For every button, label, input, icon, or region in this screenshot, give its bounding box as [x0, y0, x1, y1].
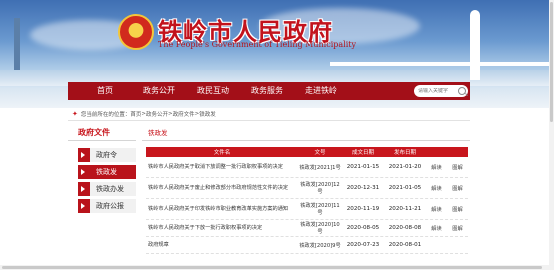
- document-number: 铁政发[2020]11号: [300, 203, 340, 216]
- document-number: 铁政发[2020]12号: [300, 182, 340, 195]
- table-row: 铁岭市人民政府关于废止和修改部分市政府规范性文件的决定 铁政发[2020]12号…: [146, 178, 468, 199]
- published-date: 2021-01-05: [388, 185, 422, 191]
- document-number: 铁政发[2020]9号: [299, 242, 341, 249]
- interpretation-link[interactable]: 解读: [431, 225, 441, 232]
- breadcrumb-prefix: 您当前所在的位置：: [80, 111, 131, 118]
- sidebar-item-tiezhengfa[interactable]: 铁政发: [78, 165, 136, 179]
- nav-item-interaction[interactable]: 政民互动: [186, 82, 240, 100]
- illustration-link[interactable]: 图解: [452, 164, 462, 171]
- breadcrumb-item-gov-affairs[interactable]: 政务公开: [146, 110, 168, 118]
- search-box: [414, 85, 468, 97]
- location-icon: ✦: [72, 109, 78, 118]
- nav-item-services[interactable]: 政务服务: [240, 82, 294, 100]
- sidebar-item-tiezhengbanfa[interactable]: 铁政办发: [78, 182, 136, 196]
- horizontal-scrollbar[interactable]: [0, 265, 549, 270]
- sidebar-title: 政府文件: [78, 128, 110, 137]
- published-date: 2020-08-08: [388, 225, 422, 231]
- scrollbar-thumb[interactable]: [2, 266, 542, 269]
- written-date: 2020-11-19: [346, 206, 380, 212]
- content-title: 铁政发: [148, 129, 168, 137]
- illustration-link[interactable]: 图解: [452, 225, 462, 232]
- row-actions: 解读 图解: [426, 225, 468, 232]
- search-icon[interactable]: [458, 87, 466, 95]
- search-input[interactable]: [418, 88, 456, 94]
- document-number: 铁政发[2020]10号: [300, 222, 340, 235]
- row-actions: 解读 图解: [426, 206, 468, 213]
- written-date: 2020-08-05: [346, 225, 380, 231]
- document-link[interactable]: 铁岭市人民政府关于取消下放调整一批行政职权事项的决定: [146, 162, 298, 173]
- published-date: 2021-01-20: [388, 164, 422, 170]
- column-header-written-date: 成文日期: [351, 150, 374, 156]
- breadcrumb: ✦ 您当前所在的位置： 首页 > 政务公开 > 政府文件 > 铁政发: [68, 107, 470, 121]
- document-link[interactable]: 铁岭市人民政府关于下放一批行政职权事项的决定: [146, 223, 298, 234]
- written-date: 2020-12-31: [346, 185, 380, 191]
- scrollbar-thumb[interactable]: [550, 2, 553, 122]
- breadcrumb-item-home[interactable]: 首页: [130, 110, 141, 118]
- table-row: 铁岭市人民政府关于印发铁岭市职业教育改革实施方案的通知 铁政发[2020]11号…: [146, 199, 468, 220]
- column-header-published-date: 发布日期: [393, 150, 416, 156]
- nav-item-about-tieling[interactable]: 走进铁岭: [294, 82, 348, 100]
- table-row: 政府规章 铁政发[2020]9号 2020-07-23 2020-08-01: [146, 237, 468, 254]
- bridge-tower-decor: [470, 10, 480, 80]
- content-divider: [142, 140, 470, 141]
- published-date: 2020-11-21: [388, 206, 422, 212]
- interpretation-link[interactable]: 解读: [431, 185, 441, 192]
- illustration-link[interactable]: 图解: [452, 206, 462, 213]
- document-link[interactable]: 铁岭市人民政府关于印发铁岭市职业教育改革实施方案的通知: [146, 204, 298, 215]
- document-link[interactable]: 政府规章: [146, 240, 298, 251]
- breadcrumb-item-current[interactable]: 铁政发: [199, 110, 216, 118]
- interpretation-link[interactable]: 解读: [431, 164, 441, 171]
- documents-table: 文件名 文号 成文日期 发布日期 铁岭市人民政府关于取消下放调整一批行政职权事项…: [146, 147, 468, 254]
- vertical-scrollbar[interactable]: [549, 0, 554, 270]
- table-row: 铁岭市人民政府关于取消下放调整一批行政职权事项的决定 铁政发[2021]1号 2…: [146, 157, 468, 178]
- row-actions: 解读 图解: [426, 164, 468, 171]
- site-subtitle: The People's Government of Tieling Munic…: [158, 40, 356, 49]
- bridge-decor: [330, 62, 554, 66]
- written-date: 2020-07-23: [346, 242, 380, 248]
- document-link[interactable]: 铁岭市人民政府关于废止和修改部分市政府规范性文件的决定: [146, 183, 298, 194]
- national-emblem-icon: [118, 14, 154, 50]
- sidebar-divider: [68, 140, 136, 141]
- row-actions: 解读 图解: [426, 185, 468, 192]
- table-header: 文件名 文号 成文日期 发布日期: [146, 147, 468, 157]
- written-date: 2021-01-15: [346, 164, 380, 170]
- nav-item-gov-affairs[interactable]: 政务公开: [132, 82, 186, 100]
- document-number: 铁政发[2021]1号: [299, 164, 341, 171]
- nav-item-home[interactable]: 首页: [78, 82, 132, 100]
- tower-decor: [14, 18, 20, 78]
- sidebar-item-gazette[interactable]: 政府公报: [78, 199, 136, 213]
- interpretation-link[interactable]: 解读: [431, 206, 441, 213]
- main-nav: 首页 政务公开 政民互动 政务服务 走进铁岭: [78, 82, 348, 100]
- illustration-link[interactable]: 图解: [452, 185, 462, 192]
- column-header-name: 文件名: [213, 150, 231, 156]
- sidebar-item-decrees[interactable]: 政府令: [78, 148, 136, 162]
- breadcrumb-item-gov-files[interactable]: 政府文件: [173, 110, 195, 118]
- column-header-number: 文号: [314, 150, 326, 156]
- sidebar-menu: 政府令 铁政发 铁政办发 政府公报: [78, 148, 136, 216]
- table-row: 铁岭市人民政府关于下放一批行政职权事项的决定 铁政发[2020]10号 2020…: [146, 220, 468, 237]
- published-date: 2020-08-01: [388, 242, 422, 248]
